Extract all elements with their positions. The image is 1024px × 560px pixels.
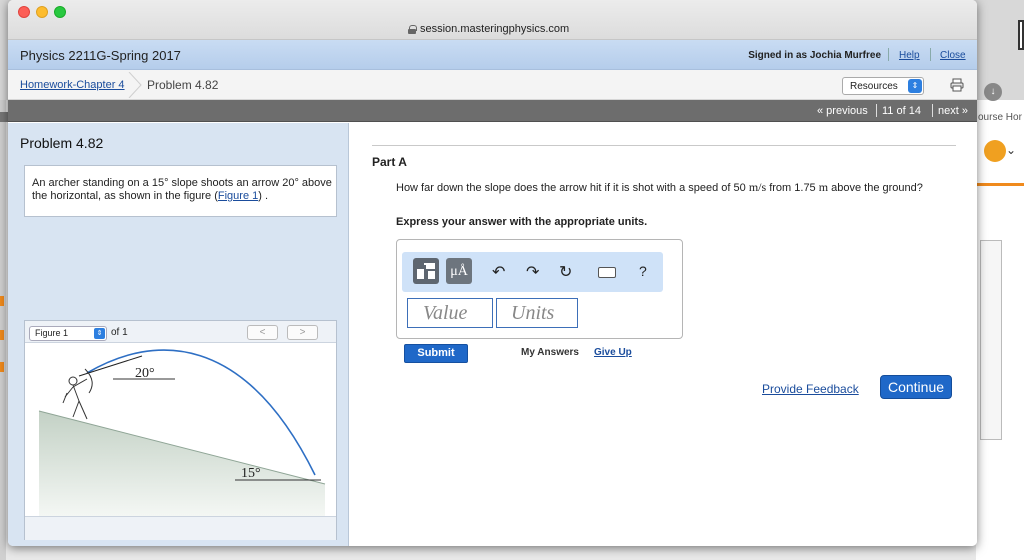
problem-text-end: ) . (258, 190, 269, 202)
figure-count: of 1 (111, 327, 128, 338)
question-part-a: How far down the slope does the arrow hi… (396, 182, 749, 194)
main-content: Problem 4.82 An archer standing on a 15°… (8, 123, 977, 546)
select-caret-icon: ⇕ (908, 79, 922, 93)
background-left-marker (0, 296, 4, 306)
question-part-c: above the ground? (828, 182, 923, 194)
download-icon: ↓ (984, 83, 1002, 101)
chevron-down-icon: ⌄ (1006, 143, 1017, 157)
background-left-marker (0, 362, 4, 372)
select-caret-icon: ⇕ (94, 328, 105, 339)
height-unit: m (818, 180, 829, 194)
figure-panel: Figure 1 ⇕ of 1 < > 20° 15° (24, 320, 337, 540)
figure-select-label: Figure 1 (35, 328, 69, 338)
breadcrumb: Homework-Chapter 4 Problem 4.82 Resource… (8, 70, 977, 100)
slope-ground (39, 411, 325, 516)
figure-footer (25, 516, 336, 540)
close-link[interactable]: Close (940, 50, 966, 61)
math-toolbar: μÅ ↶ ↷ ↻ ? (402, 252, 663, 292)
course-title: Physics 2211G-Spring 2017 (20, 48, 181, 63)
keyboard-icon[interactable] (598, 267, 616, 278)
breadcrumb-current: Problem 4.82 (147, 78, 219, 92)
nav-divider (876, 104, 877, 117)
provide-feedback-link[interactable]: Provide Feedback (762, 382, 859, 396)
close-window-button[interactable] (18, 6, 30, 18)
help-link[interactable]: Help (899, 50, 920, 61)
submit-button[interactable]: Submit (404, 344, 468, 363)
figure-link[interactable]: Figure 1 (218, 190, 258, 202)
problem-text: An archer standing on a 15° slope shoots… (32, 177, 332, 202)
answer-instruction: Express your answer with the appropriate… (396, 216, 648, 228)
problem-navigation: « previous 11 of 14 next » (8, 100, 977, 122)
background-window-edge (1018, 20, 1024, 50)
url-text: session.masteringphysics.com (420, 23, 570, 35)
minimize-window-button[interactable] (36, 6, 48, 18)
give-up-link[interactable]: Give Up (594, 347, 632, 358)
nav-divider (932, 104, 933, 117)
background-panel (980, 240, 1002, 440)
redo-icon[interactable]: ↷ (526, 262, 539, 282)
background-left-tab (0, 112, 8, 122)
reset-icon[interactable]: ↻ (559, 262, 572, 282)
signed-in-label: Signed in as Jochia Murfree (748, 50, 881, 61)
question-text: How far down the slope does the arrow hi… (396, 180, 926, 195)
window-titlebar: session.masteringphysics.com (8, 0, 977, 40)
continue-button[interactable]: Continue (880, 375, 952, 399)
undo-icon[interactable]: ↶ (492, 262, 505, 282)
units-button[interactable]: μÅ (446, 258, 472, 284)
figure-next-button[interactable]: > (287, 325, 318, 340)
breadcrumb-separator-icon (128, 72, 142, 98)
address-bar[interactable]: session.masteringphysics.com (408, 23, 569, 35)
figure-toolbar: Figure 1 ⇕ of 1 < > (25, 321, 336, 343)
lock-icon (408, 24, 417, 34)
next-link[interactable]: next » (938, 105, 968, 117)
background-avatar (984, 140, 1006, 162)
problem-pane: Problem 4.82 An archer standing on a 15°… (8, 123, 349, 546)
speed-unit: m/s (748, 180, 767, 194)
answer-entry-box: μÅ ↶ ↷ ↻ ? Value Units (396, 239, 683, 339)
print-icon[interactable] (950, 78, 964, 92)
templates-icon (417, 263, 435, 279)
problem-counter: 11 of 14 (882, 105, 921, 117)
archer-figure: 20° 15° (38, 349, 326, 516)
background-left-marker (0, 330, 4, 340)
resources-select[interactable]: Resources ⇕ (842, 77, 924, 95)
help-icon[interactable]: ? (639, 263, 647, 279)
breadcrumb-homework-link[interactable]: Homework-Chapter 4 (20, 79, 125, 91)
previous-link[interactable]: « previous (817, 105, 868, 117)
answer-pane: Part A How far down the slope does the a… (350, 123, 977, 546)
templates-button[interactable] (413, 258, 439, 284)
zoom-window-button[interactable] (54, 6, 66, 18)
background-orange-rule (976, 183, 1024, 186)
question-part-b: from 1.75 (766, 182, 819, 194)
value-input[interactable]: Value (407, 298, 493, 328)
header-divider (888, 48, 889, 61)
header-divider (930, 48, 931, 61)
launch-angle-label: 20° (135, 366, 155, 381)
my-answers-link[interactable]: My Answers (521, 347, 579, 358)
background-course-home-text: ourse Hor (978, 112, 1022, 123)
part-divider (372, 145, 956, 146)
figure-select[interactable]: Figure 1 ⇕ (29, 326, 107, 341)
figure-prev-button[interactable]: < (247, 325, 278, 340)
slope-angle-label: 15° (241, 466, 261, 481)
popup-window: session.masteringphysics.com Physics 221… (8, 0, 977, 546)
resources-label: Resources (850, 81, 898, 92)
problem-statement: An archer standing on a 15° slope shoots… (24, 165, 337, 217)
problem-title: Problem 4.82 (20, 135, 104, 151)
part-label: Part A (372, 155, 407, 169)
course-header: Physics 2211G-Spring 2017 Signed in as J… (8, 40, 977, 70)
archer-icon (62, 368, 93, 420)
units-input[interactable]: Units (496, 298, 578, 328)
